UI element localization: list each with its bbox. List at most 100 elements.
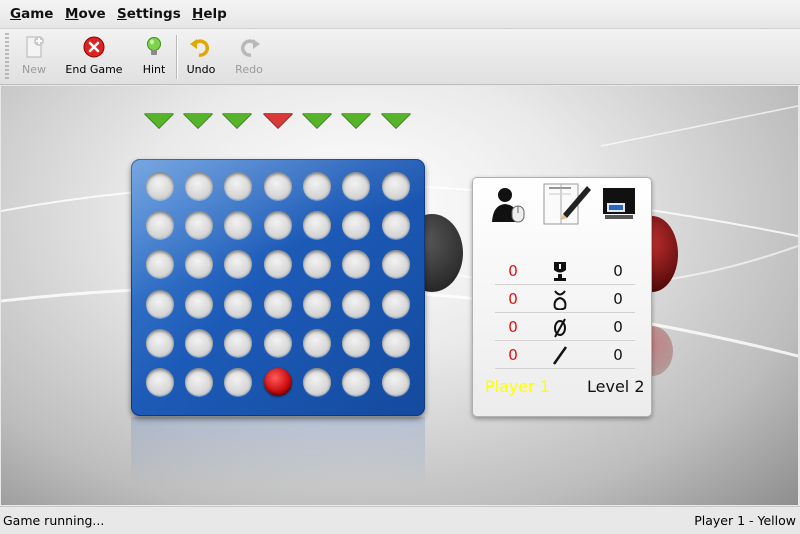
score-row-1: 00 <box>495 258 635 285</box>
status-message: Game running... <box>3 513 105 528</box>
status-bar: Game running... Player 1 - Yellow <box>0 506 800 534</box>
player1-score: 0 <box>508 262 518 280</box>
menu-help-accel: H <box>192 6 204 22</box>
board-hole <box>264 290 292 318</box>
undo-arrow-icon <box>190 39 210 57</box>
undo-button-label: Undo <box>186 63 216 76</box>
menu-game-label: ame <box>21 6 54 22</box>
computer-score: 0 <box>613 346 623 364</box>
board-reflection <box>131 417 425 487</box>
board-hole <box>146 329 174 357</box>
column-arrow-7[interactable] <box>381 113 411 128</box>
board-hole <box>303 172 331 200</box>
board-hole <box>303 329 331 357</box>
toolbar-grip[interactable] <box>5 33 9 79</box>
board-hole <box>382 172 410 200</box>
menu-move-label: ove <box>78 6 106 22</box>
column-arrow-1[interactable] <box>144 113 174 128</box>
undo-button[interactable]: Undo <box>182 32 220 80</box>
board-hole <box>185 368 213 396</box>
end-game-button[interactable]: End Game <box>60 32 128 80</box>
menu-settings[interactable]: Settings <box>117 6 181 22</box>
toolbar-separator <box>176 35 177 79</box>
board-hole <box>342 172 370 200</box>
board-hole <box>303 211 331 239</box>
computer-score: 0 <box>613 318 623 336</box>
board-hole <box>382 290 410 318</box>
notepad-pencil-icon <box>543 183 591 225</box>
board-hole <box>342 250 370 278</box>
column-arrow-5[interactable] <box>302 113 332 128</box>
board-hole <box>264 250 292 278</box>
column-arrow-3[interactable] <box>222 113 252 128</box>
column-arrow-6[interactable] <box>341 113 371 128</box>
board-hole <box>146 250 174 278</box>
board-hole <box>303 368 331 396</box>
board-hole <box>224 368 252 396</box>
board-hole <box>382 368 410 396</box>
score-row-4: 00 <box>495 342 635 369</box>
redo-arrow-icon <box>240 39 260 57</box>
hint-button[interactable]: Hint <box>136 32 172 80</box>
board-hole <box>342 368 370 396</box>
computer-score: 0 <box>613 262 623 280</box>
win-trophy-icon <box>554 262 566 281</box>
board-hole <box>382 211 410 239</box>
redo-button-label: Redo <box>235 63 263 76</box>
board-hole <box>303 290 331 318</box>
player1-score: 0 <box>508 290 518 308</box>
aborted-slash-icon <box>552 346 568 365</box>
menu-help-label: elp <box>203 6 227 22</box>
board-hole <box>342 329 370 357</box>
board-hole <box>224 290 252 318</box>
board-hole <box>264 211 292 239</box>
menu-game-accel: G <box>10 6 22 22</box>
status-current-player: Player 1 - Yellow <box>694 513 796 528</box>
board-hole <box>342 290 370 318</box>
end-game-button-label: End Game <box>65 63 123 76</box>
menu-bar: Game Move Settings Help <box>0 0 800 29</box>
menu-move[interactable]: Move <box>65 6 106 22</box>
computer-player-icon <box>603 188 635 219</box>
board-hole <box>146 211 174 239</box>
game-board[interactable] <box>131 159 425 416</box>
loss-knot-icon <box>553 290 567 310</box>
board-hole <box>185 290 213 318</box>
board-hole <box>185 329 213 357</box>
hint-button-label: Hint <box>142 63 166 76</box>
game-area: 00000000 Player 1 Level 2 <box>1 86 798 505</box>
score-row-2: 00 <box>495 286 635 313</box>
new-button[interactable]: New <box>14 32 54 80</box>
new-button-label: New <box>22 63 46 76</box>
stop-icon <box>83 36 105 58</box>
computer-score: 0 <box>613 290 623 308</box>
board-hole <box>264 172 292 200</box>
menu-move-accel: M <box>65 6 79 22</box>
menu-help[interactable]: Help <box>192 6 227 22</box>
board-hole <box>146 368 174 396</box>
draw-zero-icon <box>554 318 566 338</box>
column-arrow-4[interactable] <box>263 113 293 128</box>
board-hole <box>264 329 292 357</box>
board-hole <box>342 211 370 239</box>
red-piece <box>264 368 292 396</box>
level-label: Level 2 <box>587 377 645 396</box>
board-hole <box>382 250 410 278</box>
lightbulb-icon <box>147 37 161 55</box>
board-hole <box>382 329 410 357</box>
player1-score: 0 <box>508 346 518 364</box>
board-hole <box>224 172 252 200</box>
board-hole <box>303 250 331 278</box>
board-hole <box>185 172 213 200</box>
new-document-icon <box>26 36 44 58</box>
score-panel: 00000000 Player 1 Level 2 <box>472 177 652 417</box>
toolbar: New End Game Hint Undo Redo <box>0 29 800 85</box>
player1-label: Player 1 <box>485 377 551 396</box>
player1-score: 0 <box>508 318 518 336</box>
menu-game[interactable]: Game <box>10 6 53 22</box>
menu-settings-accel: S <box>117 6 127 22</box>
board-hole <box>224 250 252 278</box>
column-arrow-2[interactable] <box>183 113 213 128</box>
redo-button[interactable]: Redo <box>230 32 268 80</box>
board-hole <box>146 290 174 318</box>
